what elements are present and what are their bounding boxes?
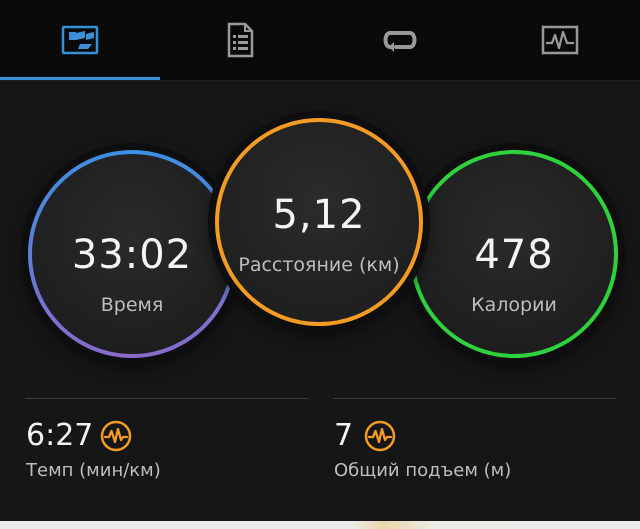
pulse-icon[interactable] — [100, 420, 132, 456]
distance-label: Расстояние (км) — [238, 254, 400, 276]
tab-laps[interactable] — [320, 0, 480, 80]
divider-left — [25, 398, 308, 399]
flag-icon — [60, 24, 100, 56]
calories-metric: 478 Калории — [410, 150, 618, 358]
graph-icon — [541, 25, 579, 55]
divider-right — [333, 398, 616, 399]
pulse-icon[interactable] — [364, 420, 396, 456]
tab-charts[interactable] — [480, 0, 640, 80]
ascent-label: Общий подъем (м) — [334, 460, 512, 481]
active-tab-indicator — [0, 77, 160, 80]
distance-value: 5,12 — [272, 192, 366, 238]
time-label: Время — [100, 294, 164, 316]
ascent-value: 7 — [334, 418, 354, 453]
tab-bar — [0, 0, 640, 81]
tab-details[interactable] — [160, 0, 320, 80]
pace-value: 6:27 — [26, 418, 94, 453]
time-metric: 33:02 Время — [28, 150, 236, 358]
time-value: 33:02 — [71, 232, 193, 278]
loop-icon — [380, 25, 420, 55]
document-icon — [225, 22, 255, 58]
distance-metric: 5,12 Расстояние (км) — [215, 118, 423, 326]
map-preview[interactable] — [0, 521, 640, 529]
calories-label: Калории — [471, 294, 557, 316]
tab-summary[interactable] — [0, 0, 160, 80]
calories-value: 478 — [474, 232, 554, 278]
pace-label: Темп (мин/км) — [26, 460, 161, 481]
